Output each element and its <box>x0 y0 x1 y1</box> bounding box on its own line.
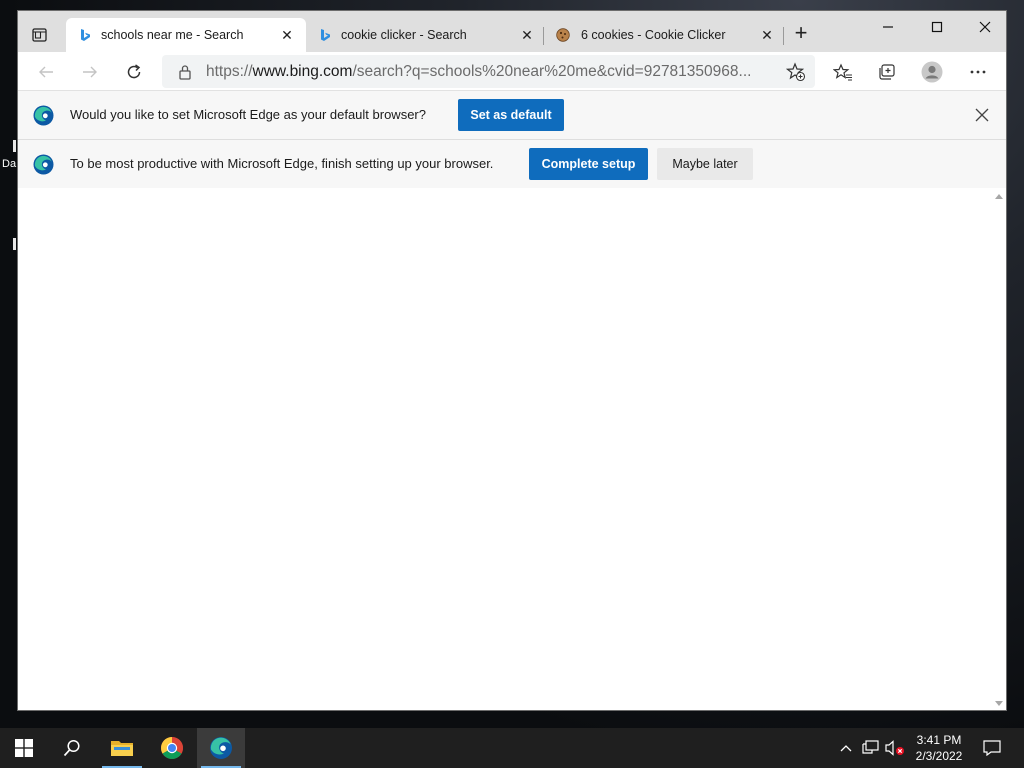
close-window-button[interactable] <box>965 15 1005 39</box>
url-host: www.bing.com <box>252 63 353 80</box>
setup-infobar: To be most productive with Microsoft Edg… <box>18 139 1006 188</box>
favorites-icon[interactable] <box>832 61 854 83</box>
volume-muted-icon[interactable] <box>885 738 905 758</box>
url-text[interactable]: https://www.bing.com/search?q=schools%20… <box>206 63 751 81</box>
url-path: /search?q=schools%20near%20me&cvid=92781… <box>352 63 752 80</box>
new-tab-button[interactable]: + <box>791 22 811 44</box>
taskbar: 3:41 PM 2/3/2022 <box>0 728 1024 768</box>
tab-title: 6 cookies - Cookie Clicker <box>581 28 726 42</box>
tab-title: schools near me - Search <box>101 28 244 42</box>
close-icon[interactable] <box>973 106 991 124</box>
file-explorer-icon[interactable] <box>98 728 146 768</box>
maybe-later-button[interactable]: Maybe later <box>657 148 753 180</box>
system-clock[interactable]: 3:41 PM 2/3/2022 <box>906 732 972 764</box>
add-favorite-icon[interactable] <box>785 62 806 82</box>
network-icon[interactable] <box>861 738 881 758</box>
address-bar[interactable]: https://www.bing.com/search?q=schools%20… <box>162 55 815 88</box>
bing-icon <box>78 28 92 42</box>
minimize-button[interactable] <box>868 15 908 39</box>
back-arrow-icon[interactable] <box>35 61 57 83</box>
refresh-icon[interactable] <box>123 61 145 83</box>
tab-separator <box>783 27 784 45</box>
tab-schools-near-me[interactable]: schools near me - Search ✕ <box>66 18 306 52</box>
clock-date: 2/3/2022 <box>915 749 963 763</box>
windows-start-icon[interactable] <box>0 728 48 768</box>
tab-cookie-clicker-game[interactable]: 6 cookies - Cookie Clicker ✕ <box>546 18 782 52</box>
maximize-button[interactable] <box>917 15 957 39</box>
lock-icon[interactable] <box>178 64 192 80</box>
edge-logo-icon <box>33 105 54 126</box>
tab-close-icon[interactable]: ✕ <box>280 27 294 43</box>
infobar-message: To be most productive with Microsoft Edg… <box>70 156 494 171</box>
infobar-message: Would you like to set Microsoft Edge as … <box>70 107 426 122</box>
default-browser-infobar: Would you like to set Microsoft Edge as … <box>18 90 1006 139</box>
scroll-up-arrow-icon[interactable] <box>995 194 1003 199</box>
tab-close-icon[interactable]: ✕ <box>520 27 534 43</box>
search-icon[interactable] <box>48 728 96 768</box>
desktop-icon-fragment <box>13 140 16 152</box>
page-content[interactable] <box>18 189 1006 710</box>
tab-actions-icon[interactable] <box>29 25 49 45</box>
clock-time: 3:41 PM <box>916 733 962 747</box>
desktop-icon-fragment <box>13 238 16 250</box>
tab-title: cookie clicker - Search <box>341 28 467 42</box>
edge-logo-icon <box>33 154 54 175</box>
cookie-icon <box>556 28 570 42</box>
tab-cookie-clicker-search[interactable]: cookie clicker - Search ✕ <box>306 18 542 52</box>
browser-window: schools near me - Search ✕ cookie clicke… <box>17 10 1007 711</box>
tab-separator <box>543 27 544 45</box>
forward-arrow-icon[interactable] <box>79 61 101 83</box>
navigation-toolbar: https://www.bing.com/search?q=schools%20… <box>18 52 1006 90</box>
bing-icon <box>318 28 332 42</box>
show-hidden-icons-chevron-icon[interactable] <box>836 738 856 758</box>
vertical-scrollbar[interactable] <box>992 189 1006 710</box>
scroll-down-arrow-icon[interactable] <box>995 701 1003 706</box>
desktop-label-fragment: Da <box>2 158 17 170</box>
settings-more-icon[interactable] <box>967 61 989 83</box>
profile-avatar-icon[interactable] <box>921 61 943 83</box>
complete-setup-button[interactable]: Complete setup <box>529 148 648 180</box>
tab-strip: schools near me - Search ✕ cookie clicke… <box>18 11 1006 52</box>
collections-icon[interactable] <box>876 61 898 83</box>
chrome-icon[interactable] <box>148 728 196 768</box>
tab-close-icon[interactable]: ✕ <box>760 27 774 43</box>
edge-icon[interactable] <box>197 728 245 768</box>
set-as-default-button[interactable]: Set as default <box>458 99 564 131</box>
url-prefix: https:// <box>206 63 253 80</box>
notifications-icon[interactable] <box>982 738 1002 758</box>
